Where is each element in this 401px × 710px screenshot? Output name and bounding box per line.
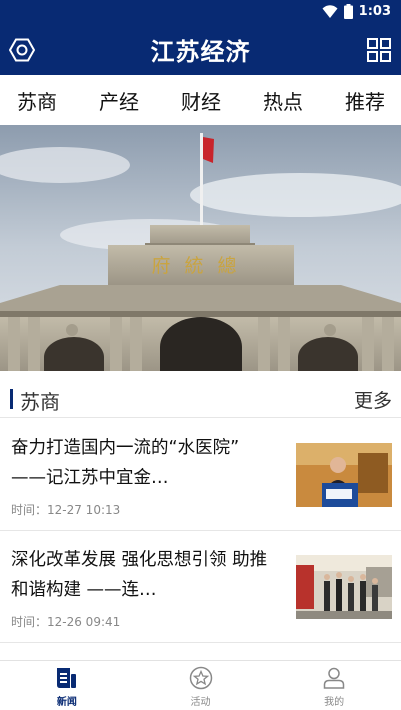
svg-text:府統總: 府統總 xyxy=(151,255,250,277)
app-title: 江苏经济 xyxy=(150,38,251,66)
nav-news-label: 新闻 xyxy=(56,697,77,708)
nav-activity-label: 活动 xyxy=(190,697,211,708)
section-header: 苏商 更多 xyxy=(0,380,401,418)
tab-tuijian[interactable]: 推荐 xyxy=(345,86,385,115)
status-right: 1:03 xyxy=(322,4,391,19)
bottom-navigation: 新闻 活动 我的 xyxy=(0,660,401,710)
news-thumbnail xyxy=(296,443,392,507)
news-time: 时间：12-26 09:41 xyxy=(11,615,121,629)
news-thumbnail-image xyxy=(296,443,392,507)
banner-photo: 府統總 xyxy=(0,125,401,371)
news-title: 奋力打造国内一流的“水医院” ——记江苏中宜金… xyxy=(11,438,240,488)
grid-icon xyxy=(367,38,391,62)
tab-chanjing[interactable]: 产经 xyxy=(99,86,139,115)
banner-image[interactable]: 府統總 xyxy=(0,125,401,371)
more-link[interactable]: 更多 xyxy=(354,386,392,413)
news-item[interactable]: 深化改革发展 强化思想引领 助推和谐构建 ——连… 时间：12-26 09:41 xyxy=(0,531,401,643)
user-icon xyxy=(323,667,345,689)
nav-mine-label: 我的 xyxy=(324,697,345,708)
grid-menu-button[interactable] xyxy=(366,37,392,63)
tab-caijing[interactable]: 财经 xyxy=(181,86,221,115)
news-time: 时间：12-27 10:13 xyxy=(11,503,121,517)
banner-plaque: 府統總 xyxy=(151,255,250,277)
news-thumbnail xyxy=(296,555,392,619)
section-accent-bar xyxy=(10,389,13,409)
news-item[interactable]: 奋力打造国内一流的“水医院” ——记江苏中宜金… 时间：12-27 10:13 xyxy=(0,419,401,531)
tab-redian[interactable]: 热点 xyxy=(263,86,303,115)
nav-mine[interactable]: 我的 xyxy=(267,661,401,710)
category-tabs: 苏商 产经 财经 热点 推荐 xyxy=(0,75,401,125)
news-icon xyxy=(56,668,76,688)
news-title: 深化改革发展 强化思想引领 助推和谐构建 ——连… xyxy=(11,550,268,600)
app-header: 江苏经济 xyxy=(0,25,401,75)
nav-news[interactable]: 新闻 xyxy=(0,661,134,710)
star-circle-icon xyxy=(189,666,212,690)
status-bar: 1:03 xyxy=(0,0,401,25)
status-time: 1:03 xyxy=(358,4,391,19)
wifi-icon xyxy=(322,5,338,18)
tab-sushang[interactable]: 苏商 xyxy=(17,86,57,115)
news-thumbnail-image xyxy=(296,555,392,619)
section-title: 苏商 xyxy=(20,390,60,414)
battery-icon xyxy=(343,4,353,19)
nav-activity[interactable]: 活动 xyxy=(134,661,268,710)
